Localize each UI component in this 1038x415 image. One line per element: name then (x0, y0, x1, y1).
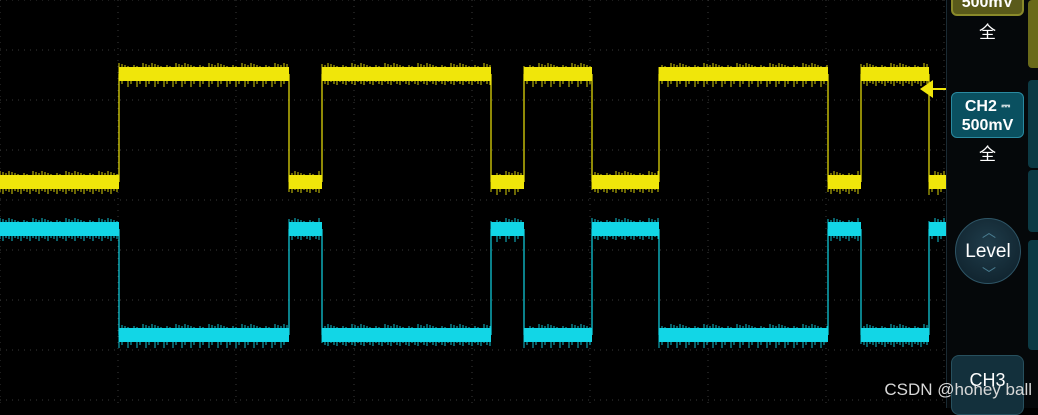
ch2-scale-badge[interactable]: CH2 ⎓ 500mV (951, 92, 1024, 138)
ch1-trace-segment (524, 67, 592, 81)
trigger-level-line (933, 88, 946, 90)
ch1-scale-badge[interactable]: 500mV (951, 0, 1024, 16)
ch1-trace-segment (861, 67, 929, 81)
chevron-down-icon: ﹀ (982, 266, 996, 282)
ch2-bandwidth-label: 全 (979, 145, 996, 164)
ch2-scale-value: 500mV (961, 117, 1014, 134)
side-tab[interactable] (1028, 240, 1038, 350)
ch2-side-tab[interactable] (1028, 80, 1038, 168)
ch2-trace-segment (828, 222, 861, 236)
ch2-label: CH2 (964, 98, 997, 115)
ch1-trace-segment (289, 175, 322, 189)
ch1-side-tab[interactable] (1028, 0, 1038, 68)
ch1-trace-segment (828, 175, 861, 189)
ch2-trace-segment (491, 222, 524, 236)
ch2-trace-segment (289, 222, 322, 236)
trigger-level-label: Level (965, 241, 1011, 262)
trigger-level-knob[interactable]: ︿ Level ﹀ (955, 218, 1021, 284)
trigger-level-marker[interactable] (920, 80, 933, 98)
ch1-trace-segment (491, 175, 524, 189)
graticule-grid (0, 0, 946, 408)
dc-coupling-icon: ⎓ (1001, 100, 1011, 112)
ch1-scale-value: 500mV (961, 0, 1014, 11)
side-tab[interactable] (1028, 170, 1038, 232)
right-control-panel: 500mV 全 CH2 ⎓ 500mV 全 ︿ Level ﹀ CH3 (946, 0, 1038, 415)
watermark: CSDN @honey ball (884, 380, 1032, 399)
ch2-trace-segment (524, 328, 592, 342)
chevron-up-icon: ︿ (982, 224, 996, 240)
ch2-trace-segment (861, 328, 929, 342)
waveform-display[interactable] (0, 0, 946, 408)
waveform-canvas (0, 0, 946, 408)
ch1-bandwidth-label: 全 (979, 23, 996, 42)
